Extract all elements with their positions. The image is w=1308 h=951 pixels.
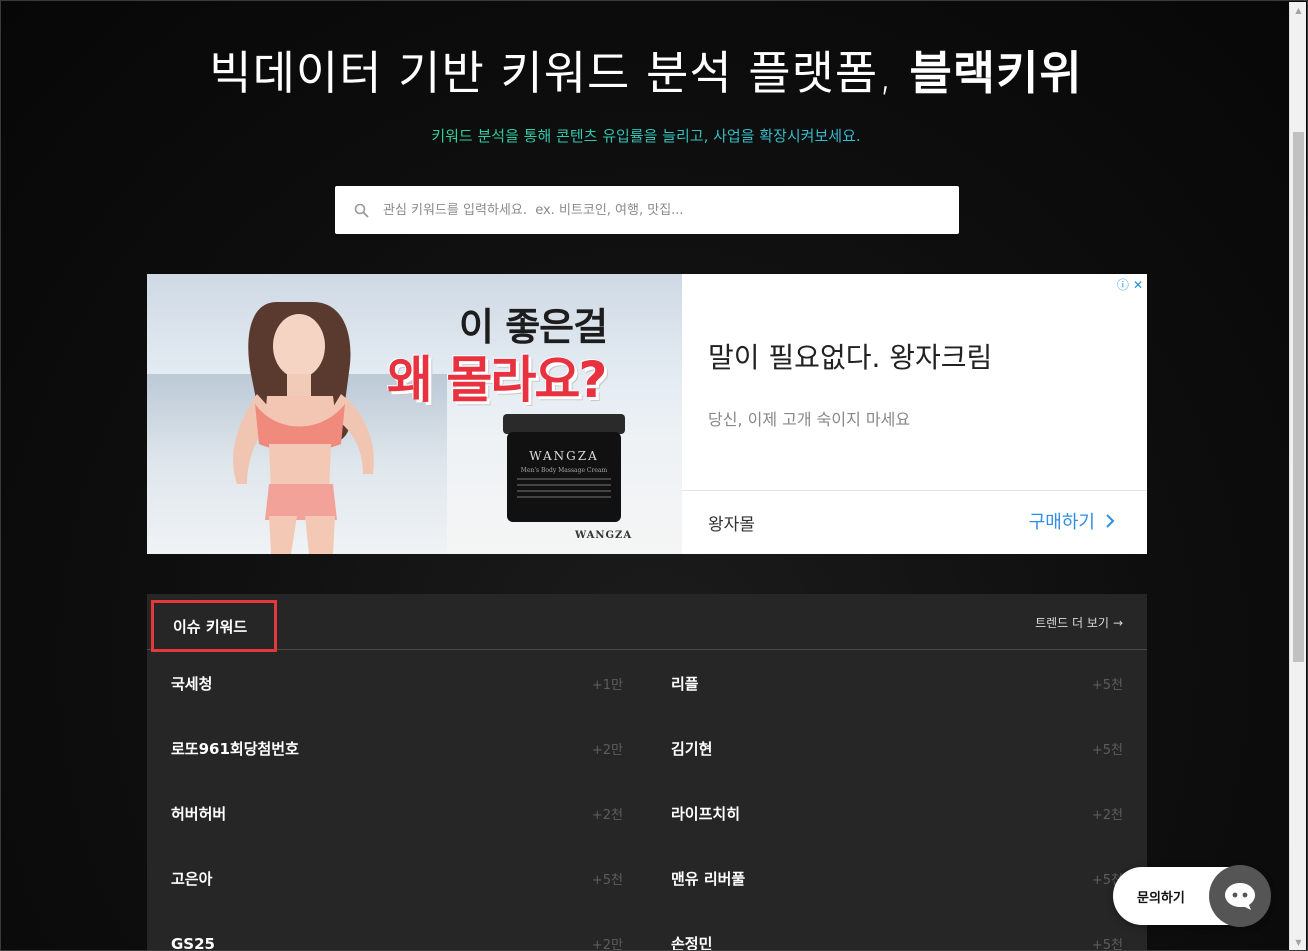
issue-keywords-panel: 이슈 키워드 트렌드 더 보기 → 국세청 +1만 리플 +5천 로또961회당첨번… [147,594,1147,951]
keyword-item[interactable]: 김기현 +5천 [647,716,1147,781]
keyword-count: +2천 [591,808,623,823]
keyword-count: +5천 [591,873,623,888]
scroll-up-arrow-icon[interactable]: ▲ [1290,2,1307,19]
ad-headline[interactable]: 말이 필요없다. 왕자크림 [708,336,992,376]
ad-image[interactable]: 이 좋은걸 왜 몰라요? WANGZA Men's Body Massage C… [147,274,682,554]
keyword-name: 국세청 [171,675,213,693]
keyword-name: 손정민 [671,935,713,951]
ad-advertiser: 왕자몰 [708,515,755,535]
keyword-item[interactable]: 라이프치히 +2천 [647,781,1147,846]
contact-button[interactable]: 문의하기 [1113,865,1271,927]
ad-banner[interactable]: 이 좋은걸 왜 몰라요? WANGZA Men's Body Massage C… [147,274,1147,554]
keyword-name: 리플 [671,675,699,693]
issue-keywords-title: 이슈 키워드 [151,600,277,652]
hero-title-brand: 블랙키위 [909,46,1083,100]
page: 빅데이터 기반 키워드 분석 플랫폼, 블랙키위 키워드 분석을 통해 콘텐츠 … [0,0,1308,951]
ad-close-icon[interactable]: ✕ [1133,278,1143,292]
ad-cta-button[interactable]: 구매하기 [1029,508,1115,534]
keyword-item[interactable]: 허버허버 +2천 [147,781,647,846]
ad-description: 당신, 이제 고개 숙이지 마세요 [708,410,911,429]
trend-more-label: 트렌드 더 보기 [1035,616,1109,630]
vertical-scrollbar[interactable]: ▲ ▼ [1289,2,1307,950]
ad-jar-label: WANGZA [529,449,599,463]
keyword-item[interactable]: 고은아 +5천 [147,846,647,911]
ad-divider [682,490,1147,491]
ad-product-jar: WANGZA Men's Body Massage Cream [503,414,625,522]
ad-jar-brand: WANGZA [575,530,633,541]
keyword-name: 맨유 리버풀 [671,870,746,888]
keyword-count: +2만 [591,743,623,758]
ad-text-panel[interactable]: ⓘ ✕ 말이 필요없다. 왕자크림 당신, 이제 고개 숙이지 마세요 왕자몰 … [682,274,1147,554]
chevron-right-icon [1106,514,1115,528]
keyword-name: 로또961회당첨번호 [171,740,299,758]
keyword-count: +2만 [591,938,623,951]
keyword-name: 허버허버 [171,805,227,823]
keyword-item[interactable]: 맨유 리버풀 +5천 [647,846,1147,911]
keyword-count: +5천 [1091,743,1123,758]
keyword-count: +2천 [1091,808,1123,823]
hero-subtitle: 키워드 분석을 통해 콘텐츠 유입률을 늘리고, 사업을 확장시켜보세요. [1,125,1291,146]
ad-cta-label: 구매하기 [1028,512,1095,533]
keyword-item[interactable]: 리플 +5천 [647,651,1147,716]
keyword-count: +5천 [1091,938,1123,951]
search-icon [353,202,369,218]
keyword-name: 고은아 [171,870,213,888]
ad-image-headline2: 왜 몰라요? [387,351,607,409]
issue-keywords-header: 이슈 키워드 트렌드 더 보기 → [147,594,1147,652]
keyword-item[interactable]: 국세청 +1만 [147,651,647,716]
keyword-name: GS25 [171,934,215,951]
keyword-item[interactable]: 로또961회당첨번호 +2만 [147,716,647,781]
search-box[interactable] [335,186,959,234]
contact-label: 문의하기 [1137,890,1185,906]
ad-model-figure [233,302,374,554]
ad-choices[interactable]: ⓘ ✕ [1117,276,1143,293]
keyword-name: 김기현 [671,740,713,758]
trend-more-link[interactable]: 트렌드 더 보기 → [1035,614,1123,631]
keyword-name: 라이프치히 [671,805,741,823]
arrow-right-icon: → [1112,615,1123,630]
keyword-item[interactable]: 손정민 +5천 [647,911,1147,951]
hero-title: 빅데이터 기반 키워드 분석 플랫폼, 블랙키위 [1,37,1291,103]
keyword-item[interactable]: GS25 +2만 [147,911,647,951]
scroll-thumb[interactable] [1293,132,1304,662]
keyword-count: +1만 [591,678,623,693]
keyword-count: +5천 [1091,678,1123,693]
scroll-down-arrow-icon[interactable]: ▼ [1290,934,1307,950]
chat-icon[interactable] [1209,865,1271,927]
search-input[interactable] [383,186,959,234]
ad-info-icon[interactable]: ⓘ [1117,276,1129,293]
hero-subtitle-text: 키워드 분석을 통해 콘텐츠 유입률을 늘리고, 사업을 확장시켜보세요. [431,127,861,145]
issue-keywords-list: 국세청 +1만 리플 +5천 로또961회당첨번호 +2만 김기현 +5천 허버허버 +2… [147,651,1147,951]
ad-jar-sublabel: Men's Body Massage Cream [521,467,608,474]
hero-title-main: 빅데이터 기반 키워드 분석 플랫폼, [209,46,910,100]
